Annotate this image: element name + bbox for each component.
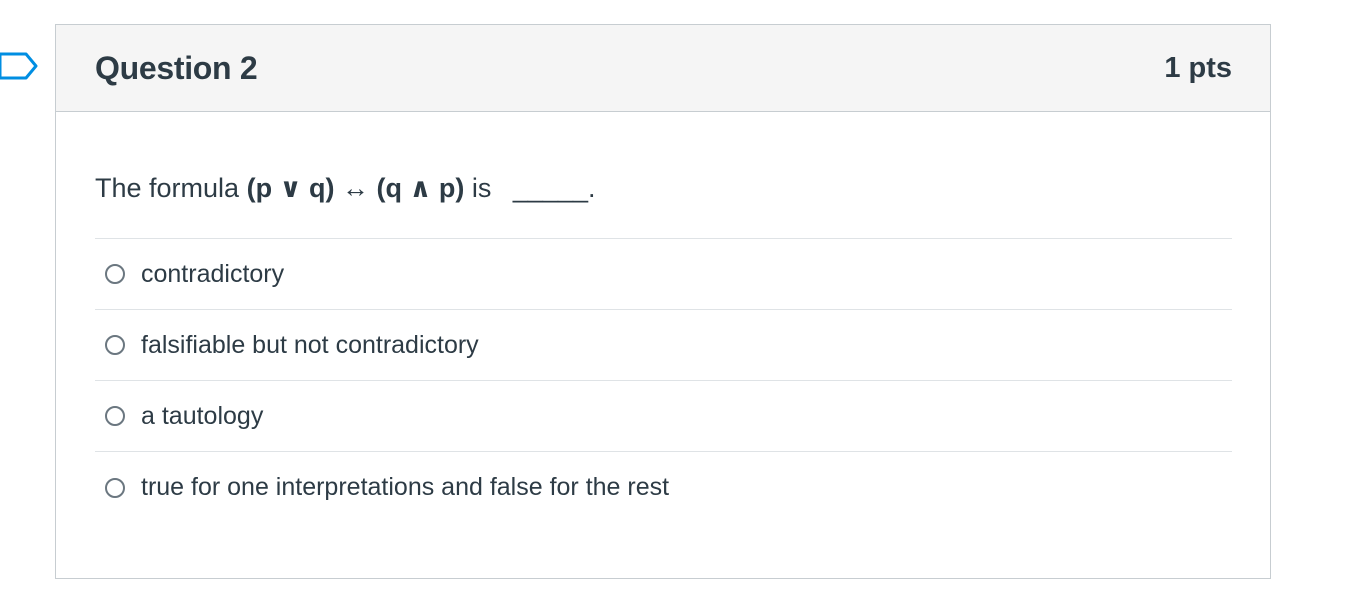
radio-button[interactable]	[105, 335, 125, 355]
radio-button[interactable]	[105, 264, 125, 284]
radio-button[interactable]	[105, 406, 125, 426]
question-blank: _____.	[512, 173, 596, 203]
answer-label[interactable]: contradictory	[141, 260, 284, 289]
answer-option-tautology[interactable]: a tautology	[95, 381, 1232, 452]
question-text-prefix: The formula	[95, 173, 240, 203]
question-text: The formula (p ∨ q) ↔ (q ∧ p) is _____.	[95, 170, 1232, 206]
question-title: Question 2	[95, 49, 258, 86]
question-card: Question 2 1 pts The formula (p ∨ q) ↔ (…	[55, 24, 1271, 579]
question-formula: (p ∨ q) ↔ (q ∧ p)	[246, 173, 465, 203]
answer-label[interactable]: falsifiable but not contradictory	[141, 331, 479, 360]
answer-label[interactable]: true for one interpretations and false f…	[141, 473, 669, 502]
radio-button[interactable]	[105, 477, 125, 498]
flag-question-icon[interactable]	[0, 50, 40, 82]
question-body: The formula (p ∨ q) ↔ (q ∧ p) is _____. …	[56, 170, 1270, 523]
question-header: Question 2 1 pts	[56, 25, 1270, 112]
answer-option-falsifiable[interactable]: falsifiable but not contradictory	[95, 310, 1232, 381]
answer-option-contradictory[interactable]: contradictory	[95, 239, 1232, 310]
question-points: 1 pts	[1164, 51, 1232, 84]
question-text-suffix: is	[471, 173, 492, 203]
answer-option-true-for-one[interactable]: true for one interpretations and false f…	[95, 452, 1232, 523]
answer-label[interactable]: a tautology	[141, 402, 263, 431]
answer-list: contradictory falsifiable but not contra…	[95, 238, 1232, 523]
